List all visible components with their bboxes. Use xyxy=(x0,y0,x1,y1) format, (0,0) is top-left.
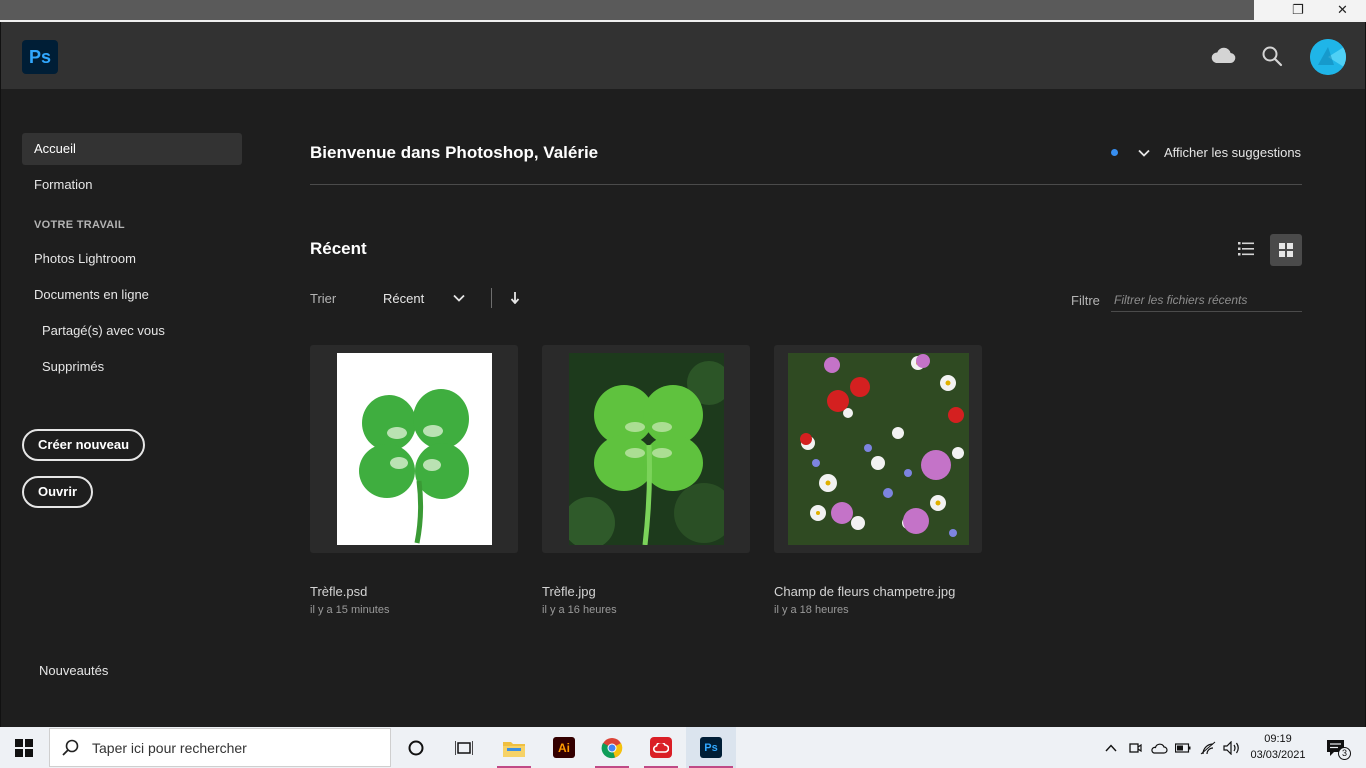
recent-file-card[interactable]: Trèfle.psd il y a 15 minutes xyxy=(310,345,518,616)
section-label-your-work: VOTRE TRAVAIL xyxy=(34,219,125,231)
windows-start-icon[interactable] xyxy=(0,727,48,768)
notification-count-badge: 3 xyxy=(1338,747,1351,760)
avatar[interactable] xyxy=(1310,39,1346,75)
taskbar-search-placeholder: Taper ici pour rechercher xyxy=(92,739,247,756)
taskbar: Taper ici pour rechercher Ai Ps 09:19 03… xyxy=(0,727,1366,768)
file-thumbnail[interactable] xyxy=(310,345,518,553)
chevron-up-icon[interactable] xyxy=(1102,727,1120,768)
clock-time: 09:19 xyxy=(1264,733,1292,745)
system-clock[interactable]: 09:19 03/03/2021 xyxy=(1246,731,1310,763)
filter-input[interactable] xyxy=(1111,288,1302,312)
whats-new-link[interactable]: Nouveautés xyxy=(39,663,108,678)
sidebar-item-cloud-docs[interactable]: Documents en ligne xyxy=(22,279,242,311)
page-title: Bienvenue dans Photoshop, Valérie xyxy=(310,143,599,162)
battery-icon[interactable] xyxy=(1174,727,1192,768)
file-date: il y a 18 heures xyxy=(774,604,849,616)
sidebar-item-home[interactable]: Accueil xyxy=(22,133,242,165)
clock-date: 03/03/2021 xyxy=(1250,749,1306,761)
open-button[interactable]: Ouvrir xyxy=(22,476,94,508)
sort-bar: Trier Récent xyxy=(310,286,520,310)
file-explorer-icon[interactable] xyxy=(494,727,534,768)
meet-now-icon[interactable] xyxy=(1126,727,1144,768)
file-name: Trèfle.jpg xyxy=(542,584,596,599)
search-icon[interactable] xyxy=(1258,42,1286,70)
file-name: Champ de fleurs champetre.jpg xyxy=(774,584,956,599)
onedrive-icon[interactable] xyxy=(1149,727,1169,768)
section-title-recent: Récent xyxy=(310,239,367,258)
cortana-icon[interactable] xyxy=(396,727,436,768)
notifications-icon[interactable]: 3 xyxy=(1318,727,1354,768)
file-date: il y a 16 heures xyxy=(542,604,617,616)
search-icon xyxy=(62,739,79,756)
wifi-icon[interactable] xyxy=(1199,727,1217,768)
taskbar-search[interactable]: Taper ici pour rechercher xyxy=(49,728,391,767)
file-name: Trèfle.psd xyxy=(310,584,368,599)
photoshop-logo[interactable]: Ps xyxy=(22,40,58,74)
chevron-down-icon[interactable] xyxy=(453,294,465,302)
separator xyxy=(491,288,492,308)
sort-label: Trier xyxy=(310,290,337,306)
filter-label: Filtre xyxy=(1071,292,1100,308)
sidebar-item-deleted[interactable]: Supprimés xyxy=(22,351,242,383)
volume-icon[interactable] xyxy=(1222,727,1242,768)
creative-cloud-icon[interactable] xyxy=(641,727,681,768)
file-date: il y a 15 minutes xyxy=(310,604,390,616)
cloud-icon[interactable] xyxy=(1209,42,1237,70)
photoshop-taskbar-icon[interactable]: Ps xyxy=(686,727,736,768)
suggestions-toggle[interactable]: Afficher les suggestions xyxy=(1111,145,1301,160)
clover-thumbnail-icon xyxy=(336,353,492,545)
sidebar-item-shared[interactable]: Partagé(s) avec vous xyxy=(22,315,242,347)
file-thumbnail[interactable] xyxy=(542,345,750,553)
recent-file-card[interactable]: Champ de fleurs champetre.jpg il y a 18 … xyxy=(774,345,982,616)
suggestions-label: Afficher les suggestions xyxy=(1164,145,1302,160)
notification-dot xyxy=(1111,149,1118,156)
sort-direction-icon[interactable] xyxy=(510,292,520,304)
app-header: Ps xyxy=(1,22,1365,89)
restore-button[interactable]: ❐ xyxy=(1292,3,1304,18)
create-new-button[interactable]: Créer nouveau xyxy=(22,429,146,461)
recent-file-card[interactable]: Trèfle.jpg il y a 16 heures xyxy=(542,345,750,616)
filter: Filtre xyxy=(1071,288,1302,312)
flowers-thumbnail-icon xyxy=(787,353,969,545)
chevron-down-icon xyxy=(1138,149,1150,157)
window-title-strip: ❐ ✕ xyxy=(0,0,1366,22)
file-thumbnail[interactable] xyxy=(774,345,982,553)
sidebar-item-learn[interactable]: Formation xyxy=(22,169,242,201)
photoshop-home: Ps Accueil Formation VOTRE TRAVAIL Photo… xyxy=(0,22,1366,727)
sidebar: Accueil Formation VOTRE TRAVAIL Photos L… xyxy=(22,133,242,387)
sort-dropdown[interactable]: Récent xyxy=(383,291,453,306)
task-view-icon[interactable] xyxy=(444,727,484,768)
close-button[interactable]: ✕ xyxy=(1337,3,1348,18)
grid-view-icon[interactable] xyxy=(1270,234,1302,266)
list-view-icon[interactable] xyxy=(1233,234,1259,264)
clover-photo-thumbnail-icon xyxy=(568,353,724,545)
window-controls: ❐ ✕ xyxy=(1254,0,1366,22)
chrome-icon[interactable] xyxy=(592,727,632,768)
illustrator-icon[interactable]: Ai xyxy=(544,727,584,768)
sidebar-item-lightroom[interactable]: Photos Lightroom xyxy=(22,243,242,275)
divider xyxy=(310,184,1302,185)
